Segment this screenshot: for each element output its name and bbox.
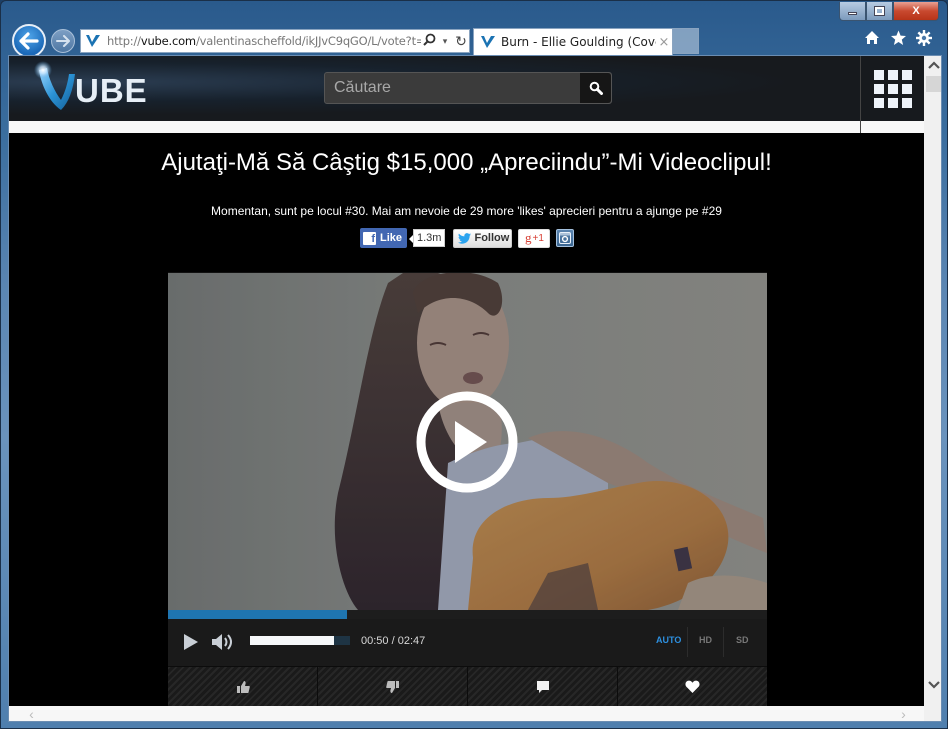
- site-header: UBE: [9, 56, 924, 121]
- new-tab-button[interactable]: [673, 28, 699, 54]
- scroll-down-icon[interactable]: [924, 676, 941, 694]
- forward-button[interactable]: [51, 29, 75, 53]
- back-button[interactable]: [12, 24, 46, 58]
- facebook-like-button[interactable]: f Like: [360, 228, 407, 248]
- facebook-icon: f: [363, 231, 376, 245]
- address-search-icon[interactable]: [421, 33, 437, 49]
- google-plus-button[interactable]: g +1: [518, 228, 551, 248]
- minimize-button[interactable]: [839, 2, 866, 21]
- quality-auto[interactable]: AUTO: [656, 635, 681, 645]
- video-player: 00:50 / 02:47 AUTO HD SD: [168, 272, 767, 706]
- search-button[interactable]: [580, 73, 611, 103]
- video-frame[interactable]: [168, 273, 767, 610]
- volume-icon[interactable]: [211, 633, 235, 651]
- home-icon[interactable]: [863, 30, 881, 51]
- close-window-button[interactable]: X: [893, 2, 939, 21]
- tab-favicon: [481, 36, 495, 48]
- twitter-bird-icon: [458, 232, 472, 244]
- vertical-scrollbar[interactable]: [924, 56, 941, 706]
- quality-hd[interactable]: HD: [699, 635, 712, 645]
- browser-window: X http://vube.com/valentinascheffold/ikJ…: [0, 0, 948, 729]
- tab-active[interactable]: Burn - Ellie Goulding (Cove... ×: [473, 28, 673, 55]
- star-icon[interactable]: [889, 30, 907, 51]
- twitter-follow-label: Follow: [474, 232, 510, 244]
- google-plus-label: +1: [532, 232, 544, 244]
- social-buttons: f Like 1.3m Follow g +1: [360, 227, 575, 249]
- web-page: UBE Ajutaţi-Mă Să Câştig $15,000 „Apreci…: [9, 56, 924, 706]
- address-dropdown-icon[interactable]: ▾: [437, 36, 453, 47]
- thumbs-down-icon: [385, 680, 399, 693]
- time-display: 00:50 / 02:47: [361, 635, 426, 647]
- scroll-left-icon[interactable]: ‹: [23, 706, 40, 721]
- browser-viewport: UBE Ajutaţi-Mă Să Câştig $15,000 „Apreci…: [8, 55, 942, 722]
- url-path: /valentinascheffold/ikJJvC9qGO/L/vote?t=: [195, 34, 421, 48]
- duration: 02:47: [397, 635, 426, 647]
- vube-logo[interactable]: UBE: [23, 60, 153, 116]
- thumbs-up-icon: [236, 680, 250, 693]
- header-strip: [9, 121, 924, 133]
- refresh-icon[interactable]: ↻: [453, 33, 469, 50]
- close-icon: X: [912, 4, 920, 17]
- scroll-up-icon[interactable]: [924, 56, 941, 74]
- video-actions: [168, 666, 767, 706]
- play-button[interactable]: [182, 633, 200, 651]
- volume-level: [250, 636, 334, 645]
- gear-icon[interactable]: [915, 30, 933, 51]
- facebook-like-count: 1.3m: [408, 229, 446, 247]
- ranking-status: Momentan, sunt pe locul #30. Mai am nevo…: [211, 204, 722, 218]
- current-time: 00:50: [361, 635, 389, 647]
- google-plus-icon: g: [525, 230, 532, 245]
- instagram-icon: [559, 232, 572, 244]
- address-bar[interactable]: http://vube.com/valentinascheffold/ikJJv…: [80, 29, 470, 53]
- volume-slider[interactable]: [250, 636, 350, 645]
- dislike-video-button[interactable]: [318, 667, 468, 706]
- twitter-follow-button[interactable]: Follow: [453, 228, 513, 248]
- scrollbar-corner: [924, 706, 941, 721]
- apps-menu-button[interactable]: [861, 56, 924, 121]
- heart-icon: [685, 680, 700, 693]
- site-favicon: [85, 33, 101, 49]
- vertical-scroll-thumb[interactable]: [926, 76, 941, 92]
- facebook-like-label: Like: [380, 232, 403, 244]
- site-search: [324, 72, 612, 104]
- big-play-button[interactable]: [415, 390, 519, 494]
- grid-icon: [873, 69, 912, 108]
- arrow-right-icon: [56, 35, 70, 47]
- seek-bar-progress: [168, 610, 348, 619]
- arrow-left-icon: [19, 32, 39, 50]
- comment-icon: [536, 680, 549, 693]
- logo-v-swoosh-icon: [34, 61, 75, 110]
- url-domain: vube.com: [140, 34, 196, 48]
- play-icon: [455, 421, 487, 463]
- like-video-button[interactable]: [168, 667, 318, 706]
- browser-toolbar: [863, 30, 933, 51]
- window-controls: X: [839, 2, 939, 21]
- player-controls: 00:50 / 02:47 AUTO HD SD: [168, 619, 767, 666]
- contest-headline: Ajutaţi-Mă Să Câştig $15,000 „Apreciindu…: [161, 149, 772, 176]
- url-text[interactable]: http://vube.com/valentinascheffold/ikJJv…: [107, 34, 421, 48]
- maximize-button[interactable]: [866, 2, 893, 21]
- favorite-button[interactable]: [618, 667, 767, 706]
- seek-bar[interactable]: [168, 610, 767, 619]
- horizontal-scrollbar[interactable]: ‹ ›: [9, 706, 924, 721]
- search-input[interactable]: [325, 73, 580, 103]
- minimize-icon: [848, 12, 857, 15]
- comment-button[interactable]: [468, 667, 618, 706]
- url-prefix: http://: [107, 34, 141, 48]
- search-icon: [589, 81, 603, 95]
- quality-sd[interactable]: SD: [736, 635, 749, 645]
- maximize-icon: [874, 6, 885, 16]
- logo-text: UBE: [75, 72, 148, 109]
- instagram-button[interactable]: [556, 229, 575, 247]
- tab-title: Burn - Ellie Goulding (Cove...: [501, 35, 656, 49]
- scroll-right-icon[interactable]: ›: [895, 706, 912, 721]
- tab-close-icon[interactable]: ×: [656, 35, 672, 50]
